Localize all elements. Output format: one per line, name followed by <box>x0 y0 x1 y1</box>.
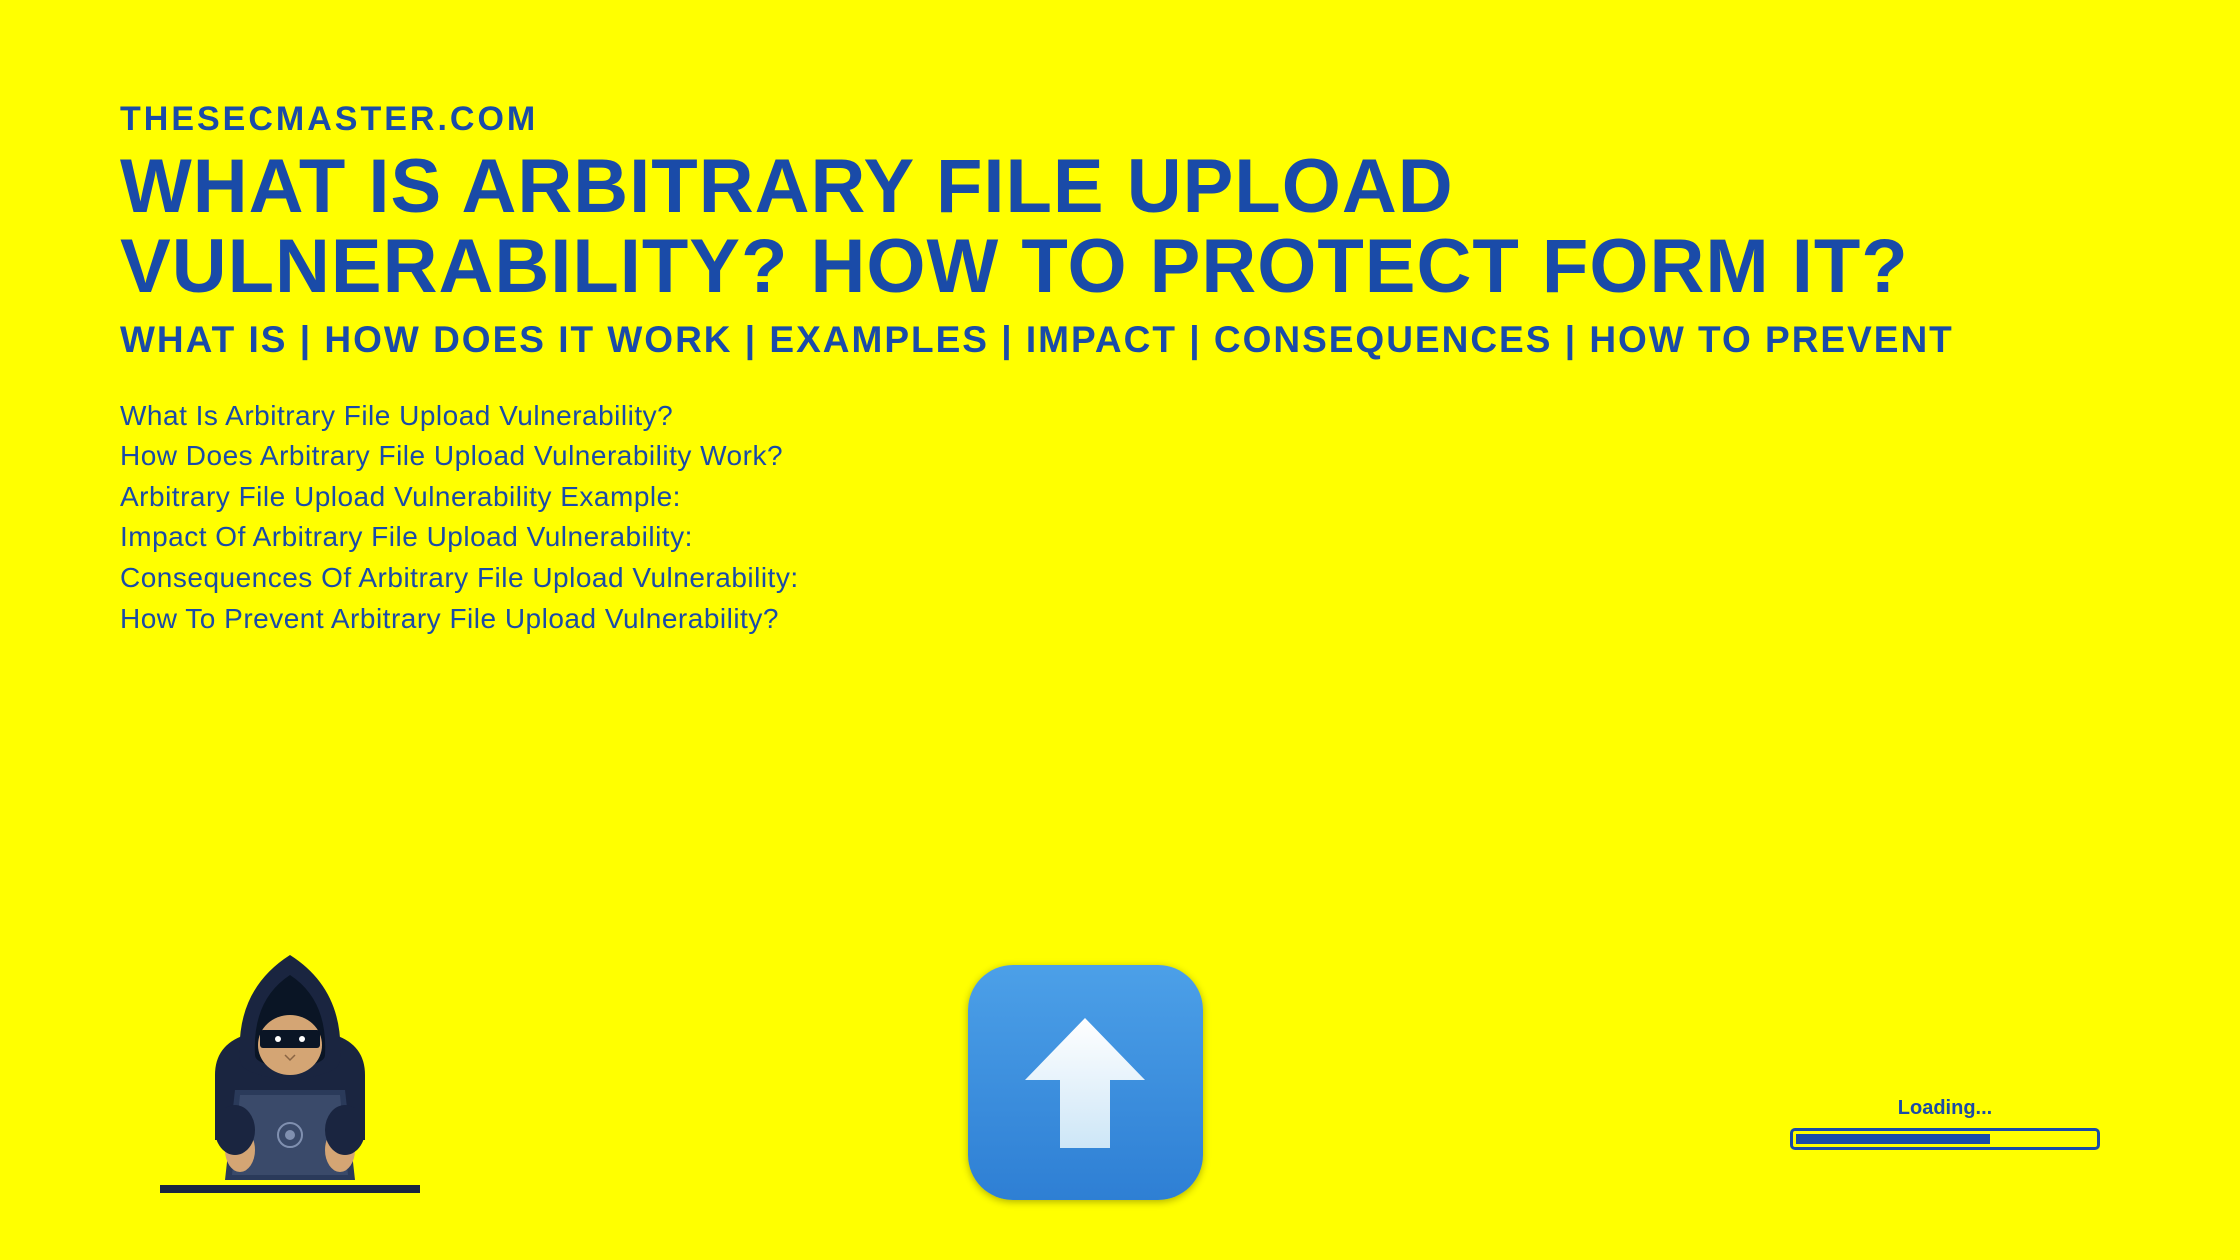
progress-fill <box>1796 1134 1990 1144</box>
topic-item: How To Prevent Arbitrary File Upload Vul… <box>120 599 2120 640</box>
topic-item: Consequences Of Arbitrary File Upload Vu… <box>120 558 2120 599</box>
graphics-row: Loading... <box>0 925 2240 1200</box>
loading-label: Loading... <box>1898 1097 1992 1120</box>
loading-section: Loading... <box>1790 1097 2100 1150</box>
subtitle: WHAT IS | HOW DOES IT WORK | EXAMPLES | … <box>120 319 2120 361</box>
topics-list: What Is Arbitrary File Upload Vulnerabil… <box>120 396 2120 640</box>
main-title: WHAT IS ARBITRARY FILE UPLOAD VULNERABIL… <box>120 147 2120 307</box>
progress-bar <box>1790 1128 2100 1150</box>
site-name: THESECMASTER.COM <box>120 100 2120 139</box>
upload-icon <box>968 965 1203 1200</box>
topic-item: Arbitrary File Upload Vulnerability Exam… <box>120 477 2120 518</box>
topic-item: How Does Arbitrary File Upload Vulnerabi… <box>120 436 2120 477</box>
hacker-icon <box>140 925 440 1200</box>
topic-item: What Is Arbitrary File Upload Vulnerabil… <box>120 396 2120 437</box>
topic-item: Impact Of Arbitrary File Upload Vulnerab… <box>120 517 2120 558</box>
